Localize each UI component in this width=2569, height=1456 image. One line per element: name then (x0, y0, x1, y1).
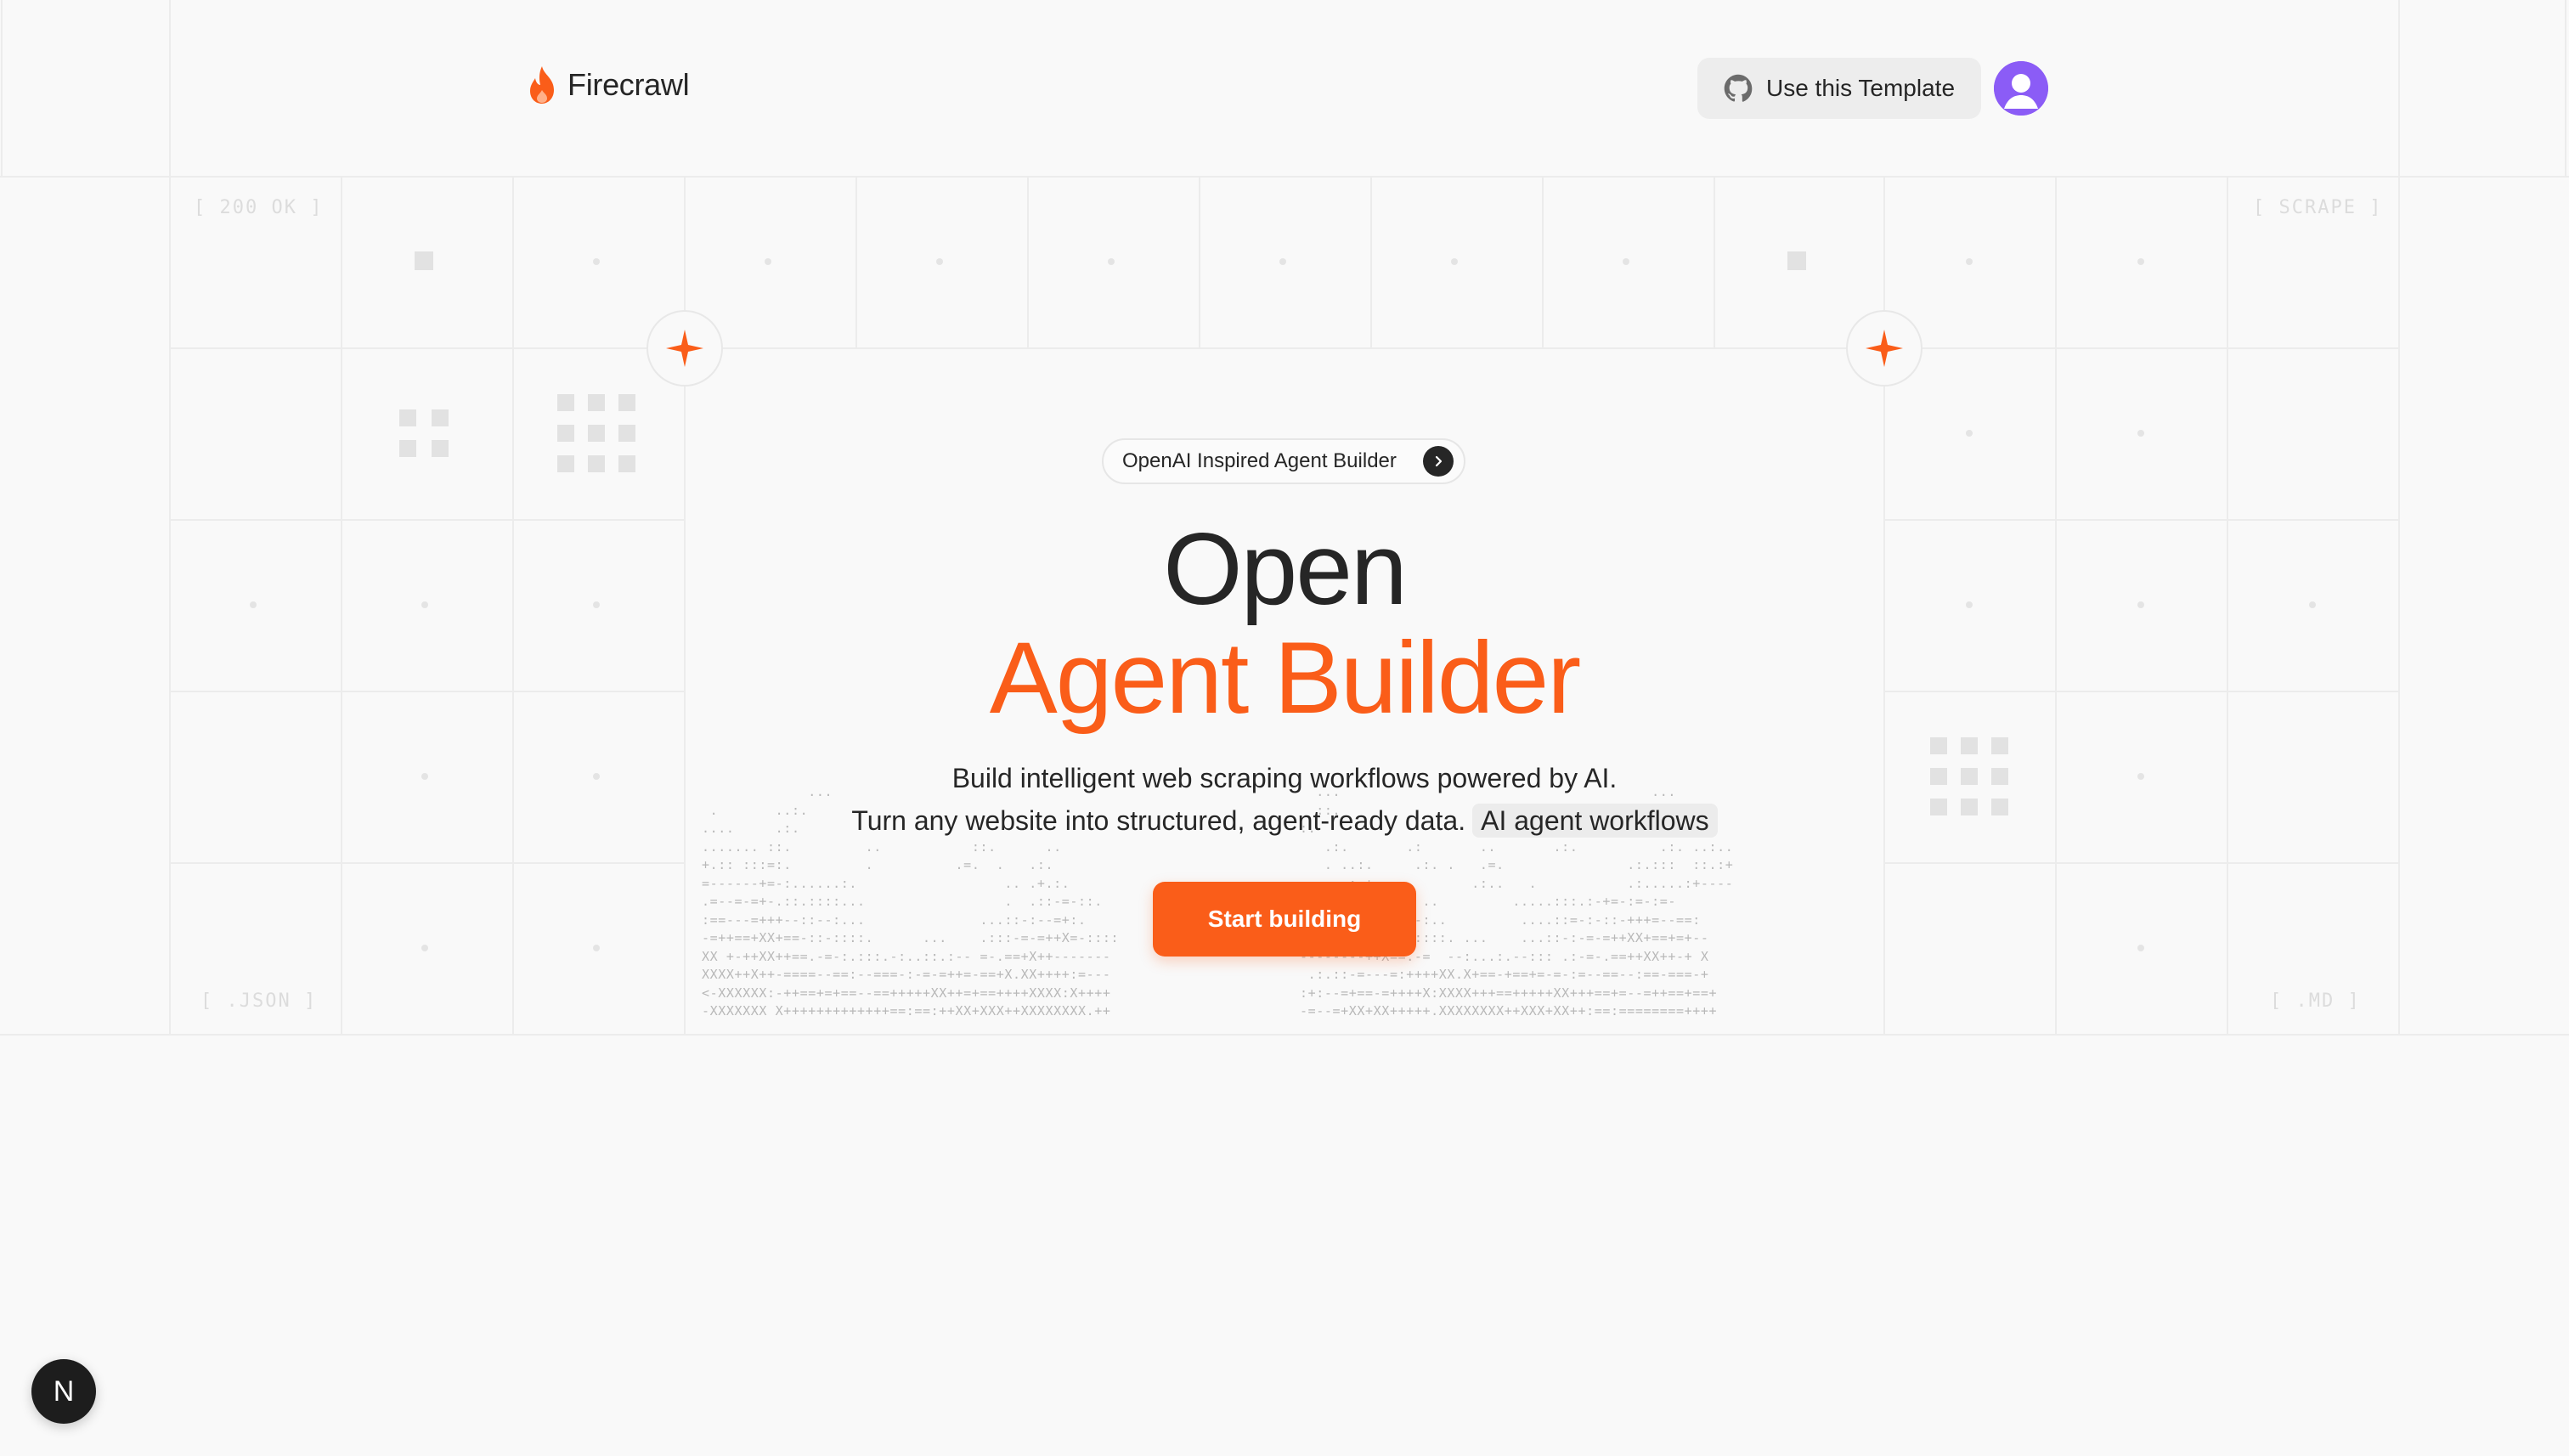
hero-title-line2: Agent Builder (989, 621, 1581, 735)
start-building-button[interactable]: Start building (1153, 882, 1416, 957)
tag-md: [ .MD ] (2270, 990, 2361, 1012)
user-avatar[interactable] (1994, 61, 2048, 116)
chevron-right-icon (1423, 446, 1454, 477)
hero-title-line1: Open (1163, 512, 1408, 626)
tag-200-ok: [ 200 OK ] (194, 197, 324, 218)
tag-scrape: [ SCRAPE ] (2253, 197, 2383, 218)
nextjs-dev-badge[interactable]: N (31, 1359, 96, 1424)
tag-json: [ .JSON ] (200, 990, 318, 1012)
flame-icon (530, 66, 554, 104)
hero-subtitle-line1: Build intelligent web scraping workflows… (951, 763, 1618, 793)
hero-subtitle-line2: Turn any website into structured, agent-… (690, 799, 1879, 843)
hero-subtitle-highlight: AI agent workflows (1472, 804, 1718, 838)
github-icon (1724, 74, 1753, 102)
use-template-label: Use this Template (1765, 75, 1956, 101)
hero-badge[interactable]: OpenAI Inspired Agent Builder (1102, 438, 1465, 484)
hero-badge-label: OpenAI Inspired Agent Builder (1122, 449, 1397, 472)
hero-subtitle-text: Turn any website into structured, agent-… (851, 805, 1466, 836)
firecrawl-logo[interactable]: Firecrawl (525, 65, 690, 105)
user-icon (1994, 61, 2048, 116)
brand-name: Firecrawl (567, 67, 690, 102)
use-template-button[interactable]: Use this Template (1697, 58, 1981, 119)
